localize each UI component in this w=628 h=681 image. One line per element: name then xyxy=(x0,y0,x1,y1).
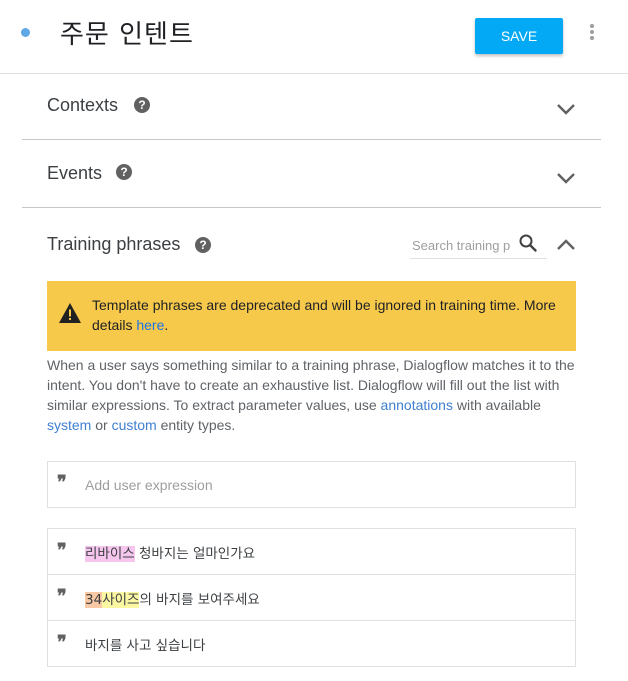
deprecation-warning: Template phrases are deprecated and will… xyxy=(47,281,576,351)
training-phrases-title: Training phrases xyxy=(47,234,181,254)
list-item[interactable]: ❞ 34사이즈의 바지를 보여주세요 xyxy=(48,575,575,621)
chevron-up-icon[interactable] xyxy=(556,238,576,252)
chevron-down-icon[interactable] xyxy=(556,171,576,185)
quote-icon: ❞ xyxy=(57,632,67,653)
status-dot xyxy=(21,28,30,37)
help-icon[interactable]: ? xyxy=(116,164,132,180)
search-icon[interactable] xyxy=(518,233,538,253)
events-title: Events xyxy=(47,163,103,183)
add-expression-input[interactable] xyxy=(85,474,555,496)
list-item[interactable]: ❞ 리바이스 청바지는 얼마인가요 xyxy=(48,529,575,575)
more-vert-icon[interactable] xyxy=(584,22,600,46)
contexts-title: Contexts xyxy=(47,95,119,115)
annotation-highlight[interactable]: 34 xyxy=(85,592,103,608)
quote-icon: ❞ xyxy=(57,586,67,607)
help-icon[interactable]: ? xyxy=(195,237,211,253)
system-link[interactable]: system xyxy=(47,417,91,433)
phrase-text[interactable]: 리바이스 청바지는 얼마인가요 xyxy=(85,542,255,562)
training-search[interactable] xyxy=(410,232,547,259)
phrase-text[interactable]: 바지를 사고 싶습니다 xyxy=(85,634,205,654)
search-input[interactable] xyxy=(412,235,512,255)
intent-name[interactable]: 주문 인텐트 xyxy=(60,14,194,51)
help-icon[interactable]: ? xyxy=(134,97,150,113)
training-phrase-list: ❞ 리바이스 청바지는 얼마인가요 ❞ 34사이즈의 바지를 보여주세요 ❞ 바… xyxy=(47,528,576,667)
quote-icon: ❞ xyxy=(57,540,67,561)
list-item[interactable]: ❞ 바지를 사고 싶습니다 xyxy=(48,621,575,666)
annotation-highlight[interactable]: 리바이스 xyxy=(85,546,135,562)
quote-icon: ❞ xyxy=(57,472,67,493)
warning-icon xyxy=(59,303,81,323)
annotations-link[interactable]: annotations xyxy=(381,397,453,413)
intent-header: 주문 인텐트 SAVE xyxy=(0,0,628,74)
here-link[interactable]: here xyxy=(136,317,164,333)
custom-link[interactable]: custom xyxy=(112,417,157,433)
training-description: When a user says something similar to a … xyxy=(47,357,575,433)
annotation-highlight[interactable]: 사이즈 xyxy=(102,592,140,608)
warning-text: Template phrases are deprecated and will… xyxy=(92,297,556,333)
events-section[interactable]: Events ? xyxy=(22,140,601,207)
phrase-text[interactable]: 34사이즈의 바지를 보여주세요 xyxy=(85,588,260,608)
add-expression-row[interactable]: ❞ xyxy=(47,461,576,508)
contexts-section[interactable]: Contexts ? xyxy=(22,74,601,139)
chevron-down-icon[interactable] xyxy=(556,102,576,116)
save-button[interactable]: SAVE xyxy=(475,18,563,54)
